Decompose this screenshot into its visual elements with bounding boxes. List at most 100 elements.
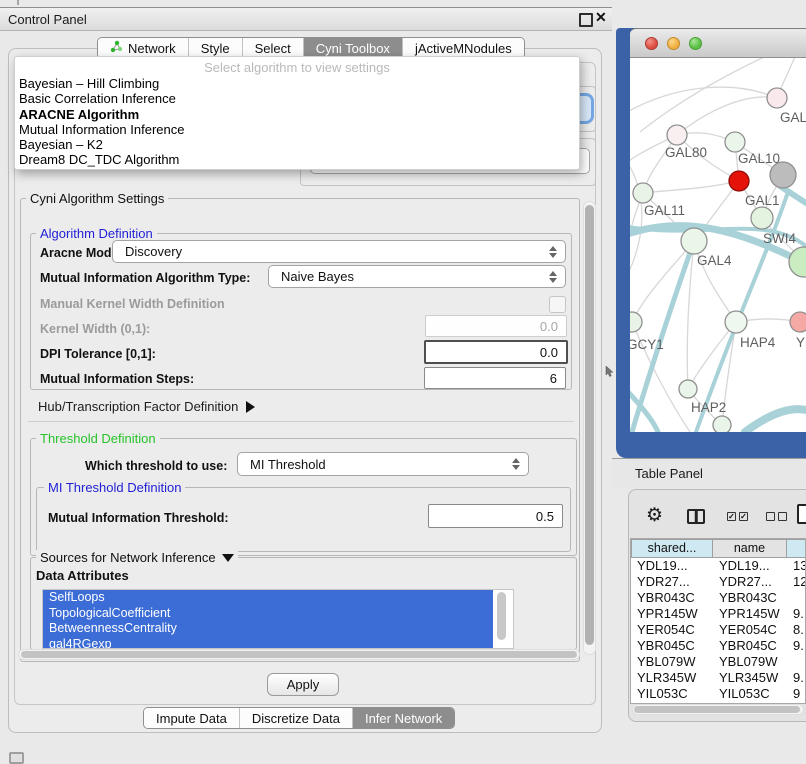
table-row[interactable]: YDR27...YDR27...12 <box>631 574 805 590</box>
dpi-tolerance-field[interactable]: 0.0 <box>424 340 568 364</box>
algorithm-option-mutual-information-inference[interactable]: Mutual Information Inference <box>15 122 579 137</box>
checked-pair-icon[interactable]: ✓✓ <box>727 512 748 521</box>
table-row[interactable]: YBR043CYBR043C <box>631 590 805 606</box>
algorithm-dropdown-placeholder: Select algorithm to view settings <box>15 60 579 75</box>
cyni-bottom-tabs: Impute Data Discretize DataInfer Network <box>143 707 455 729</box>
column-header-shared[interactable]: shared... <box>631 539 713 558</box>
tab-infer-network[interactable]: Infer Network <box>352 708 454 728</box>
stepper-icon <box>512 458 520 470</box>
node-label-hap4: HAP4 <box>740 335 776 350</box>
gear-icon[interactable]: ⚙ <box>646 504 663 527</box>
network-edge[interactable] <box>643 181 739 193</box>
cyni-algorithm-settings-title: Cyni Algorithm Settings <box>26 191 168 206</box>
tab-label: Impute Data <box>156 711 227 726</box>
attribute-item-betweennesscentrality[interactable]: BetweennessCentrality <box>43 621 493 637</box>
float-icon[interactable] <box>579 13 593 27</box>
which-threshold-select[interactable]: MI Threshold <box>237 452 529 476</box>
network-node-red[interactable] <box>729 171 749 191</box>
docked-panel-icon[interactable] <box>9 752 24 764</box>
network-canvas[interactable]: GALGAL80GAL10GAL1GAL11SWI4GAL4GCY1HAP4YH… <box>630 58 806 432</box>
network-edge[interactable] <box>688 322 736 389</box>
data-attributes-label: Data Attributes <box>36 568 129 583</box>
aracne-mode-select[interactable]: Discovery <box>112 240 566 263</box>
unchecked-pair-icon[interactable] <box>766 512 787 521</box>
tab-label: Style <box>201 41 230 56</box>
network-node-gal4[interactable] <box>681 228 707 254</box>
network-node-hap2[interactable] <box>679 380 697 398</box>
tab-jactivemnodules[interactable]: jActiveMNodules <box>402 38 524 58</box>
node-label-gal11: GAL11 <box>644 203 685 218</box>
network-node-gal80[interactable] <box>667 125 687 145</box>
network-node-gal-top[interactable] <box>767 88 787 108</box>
node-label-gal4: GAL4 <box>697 253 732 268</box>
tab-style[interactable]: Style <box>188 38 242 58</box>
mi-steps-field[interactable]: 6 <box>424 367 566 389</box>
node-table[interactable]: shared...name YDL19...YDL19...13YDR27...… <box>630 538 806 704</box>
table-cell: YDR27... <box>713 574 787 590</box>
mi-threshold-label: Mutual Information Threshold: <box>48 511 229 525</box>
attribute-list-scrollbar-thumb[interactable] <box>497 592 506 640</box>
table-cell: YER054C <box>713 622 787 638</box>
algorithm-option-dream8-dc-tdc-algorithm[interactable]: Dream8 DC_TDC Algorithm <box>15 152 579 167</box>
table-row[interactable]: YIL053CYIL053C9 <box>631 686 805 702</box>
attribute-item-selfloops[interactable]: SelfLoops <box>43 590 493 606</box>
document-icon[interactable] <box>797 504 806 524</box>
network-edge-highlighted[interactable] <box>745 409 806 432</box>
tab-impute-data[interactable]: Impute Data <box>144 708 239 728</box>
column-header-clipped[interactable] <box>787 539 806 558</box>
mi-threshold-field[interactable]: 0.5 <box>428 504 563 528</box>
sources-group-toggle[interactable]: Sources for Network Inference <box>36 550 238 565</box>
table-cell: YLR345W <box>713 670 787 686</box>
data-attributes-list[interactable]: SelfLoopsTopologicalCoefficientBetweenne… <box>42 589 514 649</box>
network-node-bottom[interactable] <box>713 416 731 432</box>
network-edge[interactable] <box>632 241 694 322</box>
hub-section-toggle[interactable]: Hub/Transcription Factor Definition <box>38 399 255 414</box>
attribute-item-gal4rgexp[interactable]: gal4RGexp <box>43 637 493 650</box>
table-cell <box>787 590 806 606</box>
node-label-y: Y <box>796 335 805 350</box>
collapsed-arrow-icon <box>246 401 255 413</box>
threshold-definition-title: Threshold Definition <box>36 431 160 446</box>
network-node-gal1[interactable] <box>751 207 773 229</box>
network-node-salmon[interactable] <box>790 312 806 332</box>
settings-scrollbar-thumb[interactable] <box>585 205 594 645</box>
node-label-swi4: SWI4 <box>763 231 796 246</box>
column-header-name[interactable]: name <box>713 539 787 558</box>
network-node-hap4[interactable] <box>725 311 747 333</box>
mi-steps-label: Mutual Information Steps: <box>40 372 194 386</box>
network-node-gal10[interactable] <box>725 132 745 152</box>
table-hscrollbar-thumb[interactable] <box>634 706 800 713</box>
algorithm-option-bayesian-hill-climbing[interactable]: Bayesian – Hill Climbing <box>15 76 579 91</box>
mi-type-select[interactable]: Naive Bayes <box>268 265 566 288</box>
table-row[interactable]: YBL079WYBL079W <box>631 654 805 670</box>
table-row[interactable]: YER054CYER054C8. <box>631 622 805 638</box>
tab-network[interactable]: Network <box>98 38 188 58</box>
table-row[interactable]: YPR145WYPR145W9. <box>631 606 805 622</box>
network-node-gal11[interactable] <box>633 183 653 203</box>
algorithm-option-aracne-algorithm[interactable]: ARACNE Algorithm <box>15 107 579 122</box>
tab-discretize-data[interactable]: Discretize Data <box>239 708 352 728</box>
apply-button[interactable]: Apply <box>267 673 339 696</box>
table-row[interactable]: YLR345WYLR345W9. <box>631 670 805 686</box>
network-node-gcy1[interactable] <box>630 312 642 332</box>
tab-cyni-toolbox[interactable]: Cyni Toolbox <box>303 38 402 58</box>
network-edge[interactable] <box>677 97 777 135</box>
table-row[interactable]: YDL19...YDL19...13 <box>631 558 805 574</box>
which-threshold-label: Which threshold to use: <box>85 459 227 473</box>
network-node-swi4[interactable] <box>789 247 806 277</box>
algorithm-option-basic-correlation-inference[interactable]: Basic Correlation Inference <box>15 91 579 106</box>
network-edge[interactable] <box>630 150 642 292</box>
close-traffic-light[interactable] <box>645 37 658 50</box>
minimize-traffic-light[interactable] <box>667 37 680 50</box>
close-icon[interactable]: ✕ <box>595 9 607 26</box>
table-row[interactable]: YBR045CYBR045C9. <box>631 638 805 654</box>
algorithm-option-bayesian-k2[interactable]: Bayesian – K2 <box>15 137 579 152</box>
split-columns-icon[interactable] <box>687 509 705 524</box>
attribute-item-topologicalcoefficient[interactable]: TopologicalCoefficient <box>43 606 493 622</box>
node-label-gal80: GAL80 <box>665 145 707 160</box>
tab-select[interactable]: Select <box>242 38 303 58</box>
zoom-traffic-light[interactable] <box>689 37 702 50</box>
network-edge[interactable] <box>630 87 777 118</box>
settings-hscrollbar-thumb[interactable] <box>21 651 577 658</box>
manual-kernel-checkbox[interactable] <box>549 296 566 313</box>
